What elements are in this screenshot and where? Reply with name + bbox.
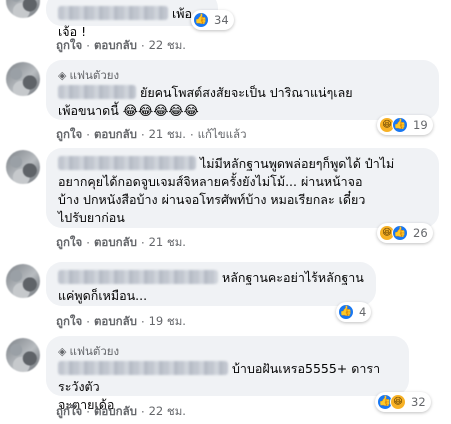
diamond-badge-icon: ◈ — [58, 69, 67, 82]
separator-dot: · — [86, 39, 90, 53]
comment-actions: ถูกใจ · ตอบกลับ · 22 ชม. — [56, 403, 186, 421]
reply-link[interactable]: ตอบกลับ — [94, 403, 137, 421]
fan-badge-label: แฟนตัวยง — [69, 343, 120, 358]
comment-actions: ถูกใจ · ตอบกลับ · 21 ชม. · แก้ไขแล้ว — [56, 126, 247, 144]
reaction-count: 34 — [214, 13, 229, 27]
comment-body-line: หลักฐานคะอย่าไร้หลักฐาน — [222, 270, 364, 285]
laughing-emoji-icon: 😂 — [153, 104, 169, 119]
reaction-count: 26 — [413, 226, 428, 240]
comment-text: ไม่มีหลักฐานพูดพล่อยๆก็พูดได้ ป๋าไม่ อยา… — [58, 155, 427, 227]
reaction-count: 19 — [413, 118, 428, 132]
fan-badge: ◈ แฟนตัวยง — [58, 343, 397, 360]
reactions-summary[interactable]: 👍 34 — [191, 10, 234, 30]
avatar[interactable] — [6, 150, 40, 184]
comment-body-line: แค่พูดก็เหมือน... — [58, 288, 148, 303]
diamond-badge-icon: ◈ — [58, 345, 67, 358]
separator-dot: · — [86, 128, 90, 142]
comment-actions: ถูกใจ · ตอบกลับ · 21 ชม. — [56, 234, 186, 252]
like-icon: 👍 — [193, 12, 209, 28]
comment-bubble: ◈ แฟนตัวยง บ้าบอฝันเหรอ5555+ ดาราระวังตั… — [46, 336, 409, 412]
separator-dot: · — [140, 315, 145, 329]
comment-body-line: ไปรับยาก่อน — [58, 210, 125, 225]
author-name-blurred[interactable] — [58, 6, 168, 20]
reactions-summary[interactable]: 😆 👍 26 — [377, 223, 433, 243]
author-name-blurred[interactable] — [58, 270, 218, 284]
fan-badge-label: แฟนตัวยง — [69, 67, 120, 82]
laughing-emoji-icon: 😂 — [137, 104, 154, 119]
like-link[interactable]: ถูกใจ — [56, 313, 82, 331]
separator-dot: · — [86, 405, 90, 419]
separator-dot: · — [86, 315, 90, 329]
separator-dot: · — [140, 236, 145, 250]
comment-bubble: ไม่มีหลักฐานพูดพล่อยๆก็พูดได้ ป๋าไม่ อยา… — [46, 148, 439, 228]
timestamp[interactable]: 21 ชม. — [149, 126, 186, 144]
avatar[interactable] — [6, 0, 40, 18]
like-icon: 👍 — [392, 117, 408, 133]
comment-bubble: ◈ แฟนตัวยง ยัยคนโพสต์สงสัยจะเป็น ปาริณาแ… — [46, 60, 439, 120]
comment-body-line: เพ้อขนาดนี้ — [58, 103, 119, 118]
author-name-blurred[interactable] — [58, 361, 228, 375]
author-name-blurred[interactable] — [58, 85, 136, 99]
laughing-emoji-icon: 😂 — [168, 104, 184, 119]
timestamp[interactable]: 22 ชม. — [149, 37, 186, 55]
like-icon: 👍 — [338, 304, 354, 320]
fan-badge: ◈ แฟนตัวยง — [58, 67, 427, 84]
laughing-emoji-icon: 😂 — [183, 104, 199, 119]
reactions-summary[interactable]: 😆 👍 19 — [377, 115, 433, 135]
avatar[interactable] — [6, 62, 40, 96]
separator-dot: · — [140, 128, 145, 142]
reactions-summary[interactable]: 👍 😆 32 — [375, 392, 431, 412]
like-link[interactable]: ถูกใจ — [56, 234, 82, 252]
comment-text: ยัยคนโพสต์สงสัยจะเป็น ปาริณาแน่ๆเลย เพ้อ… — [58, 84, 427, 120]
haha-icon: 😆 — [390, 394, 406, 410]
reactions-summary[interactable]: 👍 4 — [336, 302, 372, 322]
laughing-emoji-icon: 😂 — [122, 104, 138, 119]
author-name-blurred[interactable] — [58, 156, 196, 170]
comment-body-line: ไม่มีหลักฐานพูดพล่อยๆก็พูดได้ ป๋าไม่ — [200, 156, 395, 171]
like-link[interactable]: ถูกใจ — [56, 403, 82, 421]
timestamp[interactable]: 19 ชม. — [149, 313, 186, 331]
comment-text: เพ้อเจ้อ ! — [58, 5, 206, 41]
comment-text: หลักฐานคะอย่าไร้หลักฐาน แค่พูดก็เหมือน..… — [58, 269, 364, 305]
avatar[interactable] — [6, 338, 40, 372]
reply-link[interactable]: ตอบกลับ — [94, 313, 137, 331]
reply-link[interactable]: ตอบกลับ — [94, 37, 137, 55]
reply-link[interactable]: ตอบกลับ — [94, 126, 137, 144]
reaction-count: 4 — [359, 305, 367, 319]
separator-dot: · — [140, 39, 145, 53]
like-link[interactable]: ถูกใจ — [56, 37, 82, 55]
avatar[interactable] — [6, 264, 40, 298]
timestamp[interactable]: 22 ชม. — [149, 403, 186, 421]
comment-body-line: อยากคุยได้กอดจูบเจมส์จิหลายครั้งยังไม่โม… — [58, 174, 363, 189]
reply-link[interactable]: ตอบกลับ — [94, 234, 137, 252]
comment-body-line: บ้าง ปกหนังสือบ้าง ผ่านจอโทรศัพท์บ้าง หม… — [58, 192, 366, 207]
like-link[interactable]: ถูกใจ — [56, 126, 82, 144]
separator-dot: · — [189, 128, 194, 142]
like-icon: 👍 — [392, 225, 408, 241]
separator-dot: · — [140, 405, 145, 419]
reaction-count: 32 — [411, 395, 426, 409]
comment-body-line: ยัยคนโพสต์สงสัยจะเป็น ปาริณาแน่ๆเลย — [140, 85, 353, 100]
timestamp[interactable]: 21 ชม. — [149, 234, 186, 252]
edited-label[interactable]: แก้ไขแล้ว — [198, 126, 247, 144]
separator-dot: · — [86, 236, 90, 250]
comment-actions: ถูกใจ · ตอบกลับ · 22 ชม. — [56, 37, 186, 55]
comment-bubble: หลักฐานคะอย่าไร้หลักฐาน แค่พูดก็เหมือน..… — [46, 262, 376, 306]
comment-actions: ถูกใจ · ตอบกลับ · 19 ชม. — [56, 313, 186, 331]
